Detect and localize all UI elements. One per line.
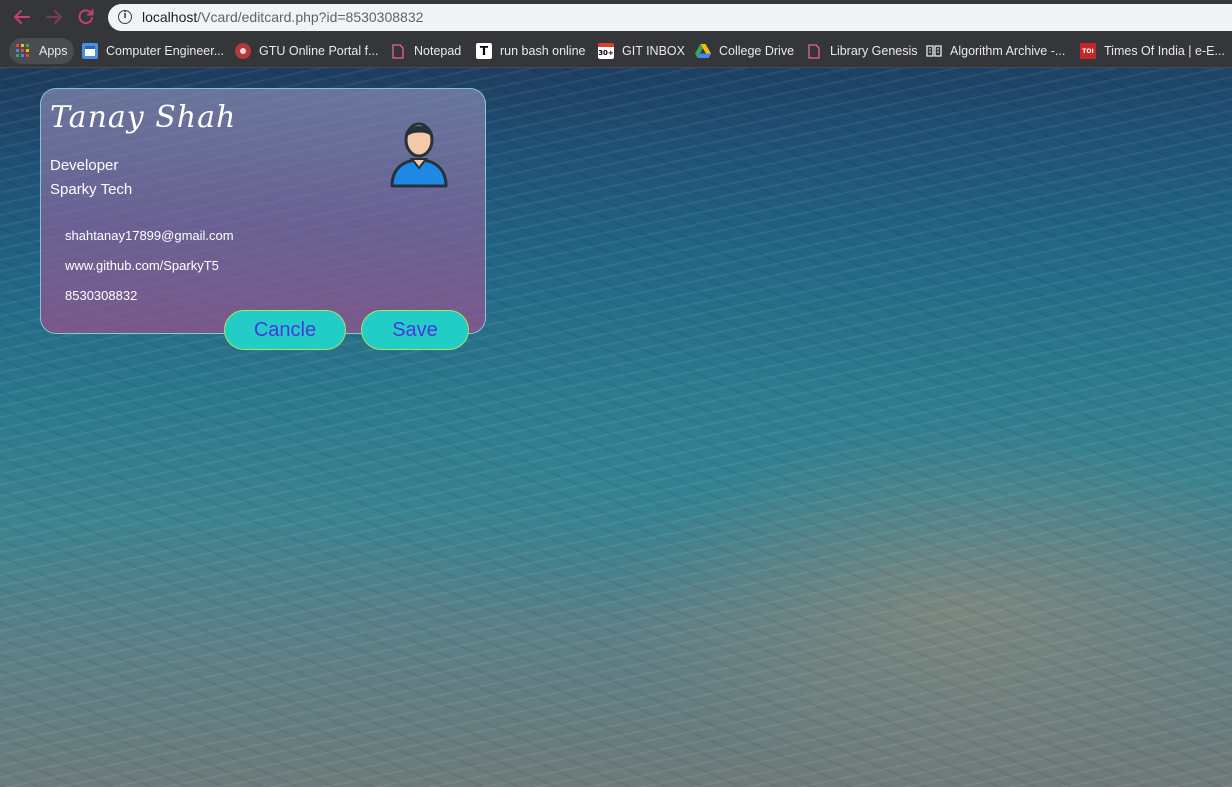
save-button[interactable]: Save	[361, 310, 469, 350]
bookmarks-bar: Apps Computer Engineer... GTU Online Por…	[0, 34, 1232, 68]
card-company: Sparky Tech	[50, 181, 133, 198]
git-inbox-icon: 30+	[598, 43, 614, 59]
card-email[interactable]: shahtanay17899@gmail.com	[65, 228, 234, 243]
url-text[interactable]: localhost/Vcard/editcard.php?id=85303088…	[142, 9, 423, 25]
bookmark-notepad[interactable]: Notepad	[384, 38, 467, 64]
bookmark-label: College Drive	[719, 44, 795, 58]
toi-logo-icon: TOI	[1080, 43, 1096, 59]
bookmark-algorithm-archive[interactable]: Algorithm Archive -...	[920, 38, 1071, 64]
bookmark-times-of-india[interactable]: TOI Times Of India | e-E...	[1074, 38, 1232, 64]
bookmark-apps[interactable]: Apps	[9, 38, 74, 64]
bookmark-college-drive[interactable]: College Drive	[689, 38, 800, 64]
user-avatar-icon	[390, 122, 448, 188]
google-drive-icon	[695, 43, 711, 59]
url-host: localhost	[142, 9, 198, 25]
url-path: /Vcard/editcard.php?id=8530308832	[197, 9, 424, 25]
bookmark-label: GIT INBOX	[622, 44, 685, 58]
browser-toolbar: i localhost/Vcard/editcard.php?id=853030…	[0, 0, 1232, 34]
card-website[interactable]: www.github.com/SparkyT5	[65, 258, 219, 273]
bookmark-label: Times Of India | e-E...	[1104, 44, 1225, 58]
card-role: Developer	[50, 157, 119, 174]
card-phone[interactable]: 8530308832	[65, 288, 137, 303]
bookmark-computer-engineer[interactable]: Computer Engineer...	[76, 38, 230, 64]
t-logo-icon: T	[476, 43, 492, 59]
bookmark-library-genesis[interactable]: Library Genesis	[800, 38, 924, 64]
bookmark-label: GTU Online Portal f...	[259, 44, 379, 58]
arrow-right-icon	[46, 10, 62, 24]
blogger-doc-icon	[82, 43, 98, 59]
arrow-left-icon	[14, 10, 30, 24]
info-icon[interactable]: i	[118, 10, 132, 24]
bookmark-git-inbox[interactable]: 30+ GIT INBOX	[592, 38, 691, 64]
address-bar[interactable]: i localhost/Vcard/editcard.php?id=853030…	[108, 4, 1232, 31]
page-icon	[390, 43, 406, 59]
bookmark-label: run bash online	[500, 44, 586, 58]
back-button[interactable]	[10, 5, 34, 29]
apps-grid-icon	[15, 43, 31, 59]
bookmark-label: Notepad	[414, 44, 462, 58]
bookmark-label: Algorithm Archive -...	[950, 44, 1066, 58]
forward-button[interactable]	[42, 5, 66, 29]
bookmark-gtu-portal[interactable]: GTU Online Portal f...	[229, 38, 384, 64]
gtu-logo-icon	[235, 43, 251, 59]
card-name: Tanay Shah	[50, 100, 237, 135]
bookmark-label: Computer Engineer...	[106, 44, 225, 58]
bookmark-run-bash[interactable]: T run bash online	[470, 38, 591, 64]
bookmark-label: Library Genesis	[830, 44, 918, 58]
reload-icon	[78, 9, 94, 25]
book-icon	[926, 43, 942, 59]
page-icon	[806, 43, 822, 59]
cancel-button[interactable]: Cancle	[224, 310, 346, 350]
bookmark-label: Apps	[39, 44, 68, 58]
reload-button[interactable]	[74, 5, 98, 29]
